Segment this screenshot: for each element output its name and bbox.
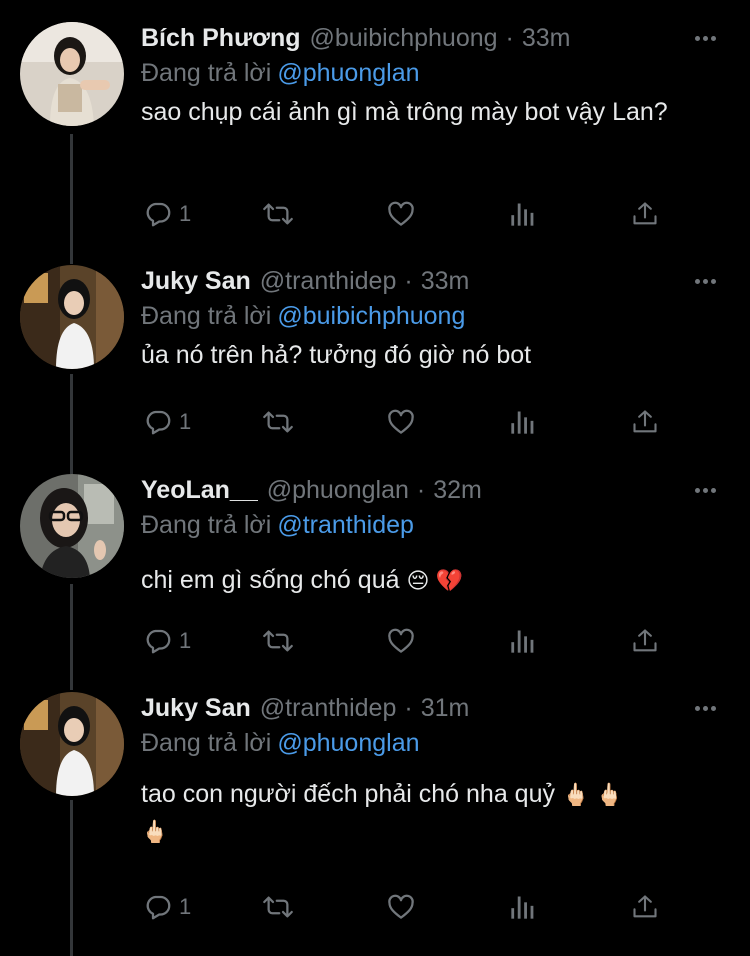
share-icon <box>633 895 657 918</box>
tweet-text-body: sao chụp cái ảnh gì mà trông mày bot vậy… <box>141 98 668 126</box>
views-button[interactable] <box>509 623 537 659</box>
tweet-emojis: 😔 💔 <box>406 568 463 593</box>
separator-dot: · <box>505 24 514 52</box>
author-name[interactable]: YeoLan__ <box>141 474 258 506</box>
separator-dot: · <box>416 476 426 504</box>
reply-count: 1 <box>179 201 192 226</box>
retweet-icon <box>263 411 293 433</box>
retweet-button[interactable] <box>261 889 295 925</box>
views-icon <box>511 411 534 434</box>
reply-icon <box>146 410 171 435</box>
timestamp[interactable]: 32m <box>433 474 482 506</box>
share-button[interactable] <box>631 404 659 440</box>
retweet-icon <box>263 896 293 918</box>
more-icon[interactable] <box>690 265 720 297</box>
replying-to-handle[interactable]: @phuonglan <box>277 59 419 87</box>
share-icon <box>633 629 657 652</box>
share-button[interactable] <box>631 623 659 659</box>
author-handle[interactable]: @tranthidep <box>260 692 397 724</box>
views-icon <box>511 203 534 226</box>
views-icon <box>511 630 534 653</box>
author-name[interactable]: Juky San <box>141 265 251 297</box>
author-name[interactable]: Bích Phương <box>141 22 301 54</box>
thread-line <box>70 584 73 690</box>
avatar[interactable] <box>20 22 124 126</box>
tweet-text: tao con người đếch phải chó nha quỷ 🖕🏻 🖕… <box>141 776 716 850</box>
avatar[interactable] <box>20 474 124 578</box>
share-icon <box>633 410 657 433</box>
replying-to: Đang trả lời @phuonglan <box>141 726 726 760</box>
retweet-button[interactable] <box>261 623 295 659</box>
separator-dot: · <box>404 694 413 722</box>
tweet-text: chị em gì sống chó quá 😔 💔 <box>141 562 716 599</box>
tweet-text: sao chụp cái ảnh gì mà trông mày bot vậy… <box>141 94 716 131</box>
tweet-actions: 1 <box>141 889 726 925</box>
tweet-actions: 1 <box>141 404 726 440</box>
reply-count: 1 <box>179 409 192 434</box>
timestamp[interactable]: 33m <box>421 265 470 297</box>
tweet-text-body: tao con người đếch phải chó nha quỷ <box>141 780 562 808</box>
replying-to-label: Đang trả lời <box>141 302 272 330</box>
timestamp[interactable]: 31m <box>421 692 470 724</box>
views-button[interactable] <box>509 404 537 440</box>
tweet-text: ủa nó trên hả? tưởng đó giờ nó bot <box>141 337 716 374</box>
views-icon <box>511 896 534 919</box>
replying-to-label: Đang trả lời <box>141 59 272 87</box>
like-button[interactable] <box>385 889 417 925</box>
replying-to: Đang trả lời @tranthidep <box>141 508 726 542</box>
more-icon[interactable] <box>690 474 720 506</box>
share-icon <box>633 202 657 225</box>
replying-to: Đang trả lời @buibichphuong <box>141 299 726 333</box>
thread-line <box>70 134 73 264</box>
like-button[interactable] <box>385 623 417 659</box>
separator-dot: · <box>404 267 413 295</box>
share-button[interactable] <box>631 196 659 232</box>
author-name[interactable]: Juky San <box>141 692 251 724</box>
reply-count: 1 <box>179 628 192 653</box>
author-handle[interactable]: @phuonglan <box>267 474 409 506</box>
thread-line <box>70 374 73 474</box>
reply-button[interactable]: 1 <box>143 889 191 925</box>
avatar[interactable] <box>20 265 124 369</box>
tweet-actions: 1 <box>141 196 726 232</box>
timestamp[interactable]: 33m <box>522 22 571 54</box>
replying-to-handle[interactable]: @tranthidep <box>277 511 414 539</box>
like-icon <box>388 628 414 653</box>
like-icon <box>388 894 414 919</box>
retweet-icon <box>263 203 293 225</box>
views-button[interactable] <box>509 889 537 925</box>
replying-to-label: Đang trả lời <box>141 729 272 757</box>
more-icon[interactable] <box>690 22 720 54</box>
like-icon <box>388 409 414 434</box>
retweet-button[interactable] <box>261 404 295 440</box>
views-button[interactable] <box>509 196 537 232</box>
tweet-text-body: ủa nó trên hả? tưởng đó giờ nó bot <box>141 341 532 369</box>
avatar[interactable] <box>20 692 124 796</box>
tweet-text-body: chị em gì sống chó quá <box>141 566 407 594</box>
thread-line <box>70 800 73 956</box>
replying-to: Đang trả lời @phuonglan <box>141 56 726 90</box>
like-icon <box>388 201 414 226</box>
reply-button[interactable]: 1 <box>143 196 191 232</box>
reply-icon <box>146 629 171 654</box>
replying-to-label: Đang trả lời <box>141 511 272 539</box>
reply-icon <box>146 202 171 227</box>
reply-icon <box>146 895 171 920</box>
replying-to-handle[interactable]: @phuonglan <box>277 729 419 757</box>
reply-button[interactable]: 1 <box>143 623 191 659</box>
share-button[interactable] <box>631 889 659 925</box>
author-handle[interactable]: @buibichphuong <box>310 22 498 54</box>
replying-to-handle[interactable]: @buibichphuong <box>277 302 465 330</box>
like-button[interactable] <box>385 404 417 440</box>
tweet-actions: 1 <box>141 623 726 659</box>
retweet-button[interactable] <box>261 196 295 232</box>
more-icon[interactable] <box>690 692 720 724</box>
reply-count: 1 <box>179 894 192 919</box>
like-button[interactable] <box>385 196 417 232</box>
retweet-icon <box>263 630 293 652</box>
reply-button[interactable]: 1 <box>143 404 191 440</box>
author-handle[interactable]: @tranthidep <box>260 265 397 297</box>
